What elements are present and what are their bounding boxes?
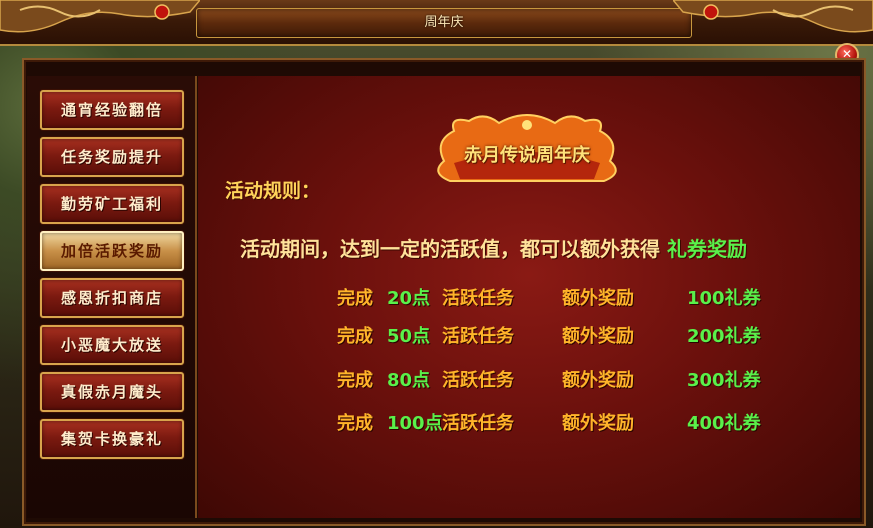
row-points: 20点 xyxy=(387,288,431,309)
row-task: 活跃任务 xyxy=(442,288,514,309)
banner-title: 赤月传说周年庆 xyxy=(464,145,590,166)
sidebar-item-miner-welfare[interactable]: 勤劳矿工福利 xyxy=(40,184,184,224)
row-task: 活跃任务 xyxy=(442,370,514,391)
row-extra: 额外奖励 xyxy=(562,288,634,309)
right-corner-ornament xyxy=(673,0,873,33)
reward-row: 完成 50点 活跃任务 额外奖励 200礼券 xyxy=(198,322,860,350)
row-extra: 额外奖励 xyxy=(562,413,634,434)
row-points: 100点 xyxy=(387,413,443,434)
sidebar: 通宵经验翻倍 任务奖励提升 勤劳矿工福利 加倍活跃奖励 感恩折扣商店 小恶魔大放… xyxy=(27,76,197,518)
sidebar-item-discount-shop[interactable]: 感恩折扣商店 xyxy=(40,278,184,318)
row-reward: 200礼券 xyxy=(687,326,761,347)
row-complete-label: 完成 xyxy=(337,288,373,309)
description-highlight: 礼券奖励 xyxy=(666,237,747,261)
sidebar-item-double-activity[interactable]: 加倍活跃奖励 xyxy=(40,231,184,271)
sidebar-item-card-exchange[interactable]: 集贺卡换豪礼 xyxy=(40,419,184,459)
row-complete-label: 完成 xyxy=(337,413,373,434)
title-bar: 周年庆 xyxy=(0,0,873,46)
row-complete-label: 完成 xyxy=(337,370,373,391)
left-corner-ornament xyxy=(0,0,200,33)
row-extra: 额外奖励 xyxy=(562,370,634,391)
content-panel: 赤月传说周年庆 活动规则： 活动期间，达到一定的活跃值，都可以额外获得 礼券奖励… xyxy=(198,76,860,518)
activity-description: 活动期间，达到一定的活跃值，都可以额外获得 礼券奖励 xyxy=(240,233,747,262)
reward-row: 完成 80点 活跃任务 额外奖励 300礼券 xyxy=(198,366,860,394)
reward-row: 完成 100点 活跃任务 额外奖励 400礼券 xyxy=(198,409,860,437)
sidebar-item-double-exp[interactable]: 通宵经验翻倍 xyxy=(40,90,184,130)
title-plate: 周年庆 xyxy=(196,8,692,38)
window-title: 周年庆 xyxy=(424,15,464,30)
row-task: 活跃任务 xyxy=(442,413,514,434)
row-points: 80点 xyxy=(387,370,431,391)
row-reward: 400礼券 xyxy=(687,413,761,434)
row-reward: 100礼券 xyxy=(687,288,761,309)
sidebar-item-fake-demon[interactable]: 真假赤月魔头 xyxy=(40,372,184,412)
sidebar-item-task-reward[interactable]: 任务奖励提升 xyxy=(40,137,184,177)
reward-row: 完成 20点 活跃任务 额外奖励 100礼券 xyxy=(198,284,860,312)
row-extra: 额外奖励 xyxy=(562,326,634,347)
row-points: 50点 xyxy=(387,326,431,347)
sidebar-item-imp-giveaway[interactable]: 小恶魔大放送 xyxy=(40,325,184,365)
row-reward: 300礼券 xyxy=(687,370,761,391)
description-text: 活动期间，达到一定的活跃值，都可以额外获得 xyxy=(240,237,660,261)
row-task: 活跃任务 xyxy=(442,326,514,347)
rules-title: 活动规则： xyxy=(225,180,321,202)
row-complete-label: 完成 xyxy=(337,326,373,347)
